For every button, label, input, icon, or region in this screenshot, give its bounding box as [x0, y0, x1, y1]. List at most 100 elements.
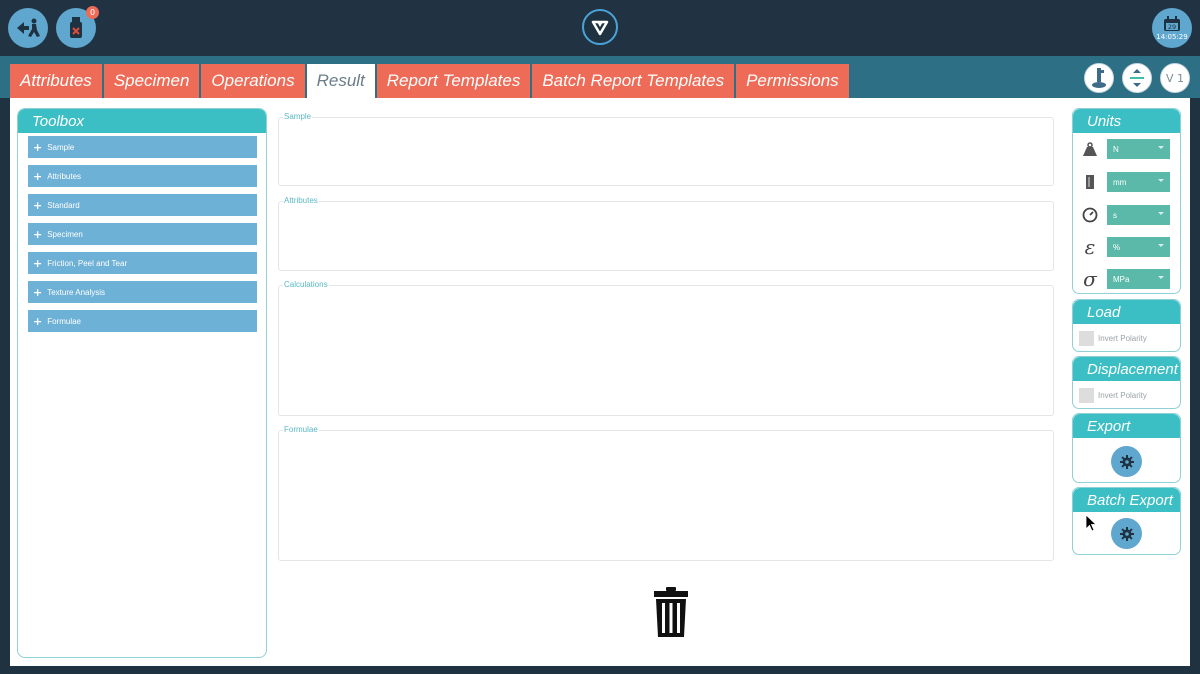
- section-label: Calculations: [283, 280, 329, 289]
- epsilon-icon: ε: [1084, 235, 1096, 259]
- toolbox-item-label: Specimen: [47, 229, 83, 239]
- expand-plus-icon: +: [33, 256, 43, 270]
- tab-specimen[interactable]: Specimen: [103, 64, 200, 98]
- tab-operations[interactable]: Operations: [201, 64, 305, 98]
- displacement-panel: Displacement Invert Polarity: [1072, 356, 1181, 409]
- length-icon: [1081, 172, 1099, 192]
- checkbox-label: Invert Polarity: [1098, 391, 1147, 400]
- toolbox-item-attributes[interactable]: + Attributes: [28, 165, 257, 187]
- compress-vertical-icon: [1130, 69, 1144, 87]
- trash-icon[interactable]: [653, 586, 689, 638]
- chevron-down-icon: [1158, 212, 1164, 215]
- chevron-down-icon: [1158, 244, 1164, 247]
- expand-plus-icon: +: [33, 285, 43, 299]
- expand-plus-icon: +: [33, 169, 43, 183]
- attributes-drop-zone[interactable]: Attributes: [278, 196, 1054, 271]
- toolbox-item-standard[interactable]: + Standard: [28, 194, 257, 216]
- force-unit-select[interactable]: N: [1107, 139, 1170, 159]
- usb-count-badge: 0: [86, 6, 99, 19]
- calendar-clock-button[interactable]: 29 14:05:29: [1152, 8, 1192, 48]
- exit-icon: [17, 18, 40, 37]
- app-logo[interactable]: [582, 9, 618, 45]
- units-panel: Units N mm s ε % σ MPa: [1072, 108, 1181, 294]
- load-invert-checkbox[interactable]: [1079, 331, 1094, 346]
- time-unit-select[interactable]: s: [1107, 205, 1170, 225]
- exit-button[interactable]: [8, 8, 48, 48]
- toolbox-panel: Toolbox + Sample + Attributes + Standard + S…: [17, 108, 267, 658]
- gear-icon: [1119, 454, 1134, 469]
- export-panel: Export: [1072, 413, 1181, 483]
- export-settings-button[interactable]: [1111, 446, 1142, 477]
- tab-bar: Attributes Specimen Operations Result Re…: [10, 64, 849, 98]
- checkbox-label: Invert Polarity: [1098, 334, 1147, 343]
- unit-row-strain: ε %: [1081, 235, 1173, 259]
- main-content: Toolbox + Sample + Attributes + Standard + S…: [10, 98, 1190, 666]
- displacement-invert-polarity[interactable]: Invert Polarity: [1079, 388, 1147, 403]
- displacement-invert-checkbox[interactable]: [1079, 388, 1094, 403]
- top-bar: 0 29 14:05:29: [0, 0, 1200, 56]
- sigma-icon: σ: [1083, 267, 1097, 291]
- test-machine-button[interactable]: [1084, 63, 1114, 93]
- clock-time: 14:05:29: [1156, 32, 1188, 41]
- displacement-title: Displacement: [1073, 357, 1180, 381]
- section-label: Sample: [283, 112, 313, 121]
- fit-view-button[interactable]: [1122, 63, 1152, 93]
- calculations-drop-zone[interactable]: Calculations: [278, 280, 1054, 416]
- gear-icon: [1119, 526, 1134, 541]
- toolbox-item-label: Attributes: [47, 171, 82, 181]
- calendar-day: 29: [1168, 23, 1176, 31]
- load-title: Load: [1073, 300, 1180, 324]
- weight-icon: [1081, 139, 1099, 159]
- strain-unit-select[interactable]: %: [1107, 237, 1170, 257]
- test-machine-icon: [1092, 68, 1106, 88]
- strain-unit-value: %: [1113, 242, 1121, 252]
- toolbox-item-label: Texture Analysis: [47, 287, 106, 297]
- toolbox-item-formulae[interactable]: + Formulae: [28, 310, 257, 332]
- unit-row-length: mm: [1081, 172, 1173, 192]
- calendar-icon: 29: [1164, 15, 1180, 31]
- length-unit-value: mm: [1113, 177, 1127, 187]
- formulae-drop-zone[interactable]: Formulae: [278, 425, 1054, 561]
- tab-result[interactable]: Result: [306, 64, 375, 98]
- toolbox-item-label: Standard: [47, 200, 80, 210]
- stress-unit-select[interactable]: MPa: [1107, 269, 1170, 289]
- batch-export-settings-button[interactable]: [1111, 518, 1142, 549]
- units-title: Units: [1073, 109, 1180, 133]
- load-invert-polarity[interactable]: Invert Polarity: [1079, 331, 1147, 346]
- tab-batch-report-templates[interactable]: Batch Report Templates: [532, 64, 735, 98]
- length-unit-select[interactable]: mm: [1107, 172, 1170, 192]
- version-button[interactable]: V 1: [1160, 63, 1190, 93]
- force-unit-value: N: [1113, 144, 1119, 154]
- section-label: Formulae: [283, 425, 319, 434]
- tab-permissions[interactable]: Permissions: [736, 64, 849, 98]
- section-label: Attributes: [283, 196, 319, 205]
- unit-row-stress: σ MPa: [1081, 267, 1173, 291]
- sample-drop-zone[interactable]: Sample: [278, 112, 1054, 186]
- toolbox-item-texture-analysis[interactable]: + Texture Analysis: [28, 281, 257, 303]
- usb-drive-icon: [70, 17, 82, 38]
- time-unit-value: s: [1113, 210, 1117, 220]
- chevron-down-icon: [1158, 146, 1164, 149]
- toolbox-item-friction-peel-tear[interactable]: + Friction, Peel and Tear: [28, 252, 257, 274]
- toolbox-item-label: Friction, Peel and Tear: [47, 258, 128, 268]
- expand-plus-icon: +: [33, 140, 43, 154]
- tab-report-templates[interactable]: Report Templates: [376, 64, 531, 98]
- usb-button[interactable]: 0: [56, 6, 99, 48]
- chevron-down-icon: [1158, 276, 1164, 279]
- toolbox-item-sample[interactable]: + Sample: [28, 136, 257, 158]
- tab-attributes[interactable]: Attributes: [10, 64, 102, 98]
- expand-plus-icon: +: [33, 227, 43, 241]
- expand-plus-icon: +: [33, 198, 43, 212]
- batch-export-title: Batch Export: [1073, 488, 1180, 512]
- chevron-down-icon: [1158, 179, 1164, 182]
- unit-row-force: N: [1081, 139, 1173, 159]
- toolbox-item-label: Sample: [47, 142, 75, 152]
- export-title: Export: [1073, 414, 1180, 438]
- load-panel: Load Invert Polarity: [1072, 299, 1181, 352]
- mouse-cursor-icon: [1085, 514, 1097, 532]
- toolbox-title: Toolbox: [18, 109, 266, 133]
- toolbox-item-specimen[interactable]: + Specimen: [28, 223, 257, 245]
- stress-unit-value: MPa: [1113, 274, 1130, 284]
- toolbox-item-label: Formulae: [47, 316, 82, 326]
- logo-icon: [591, 20, 609, 36]
